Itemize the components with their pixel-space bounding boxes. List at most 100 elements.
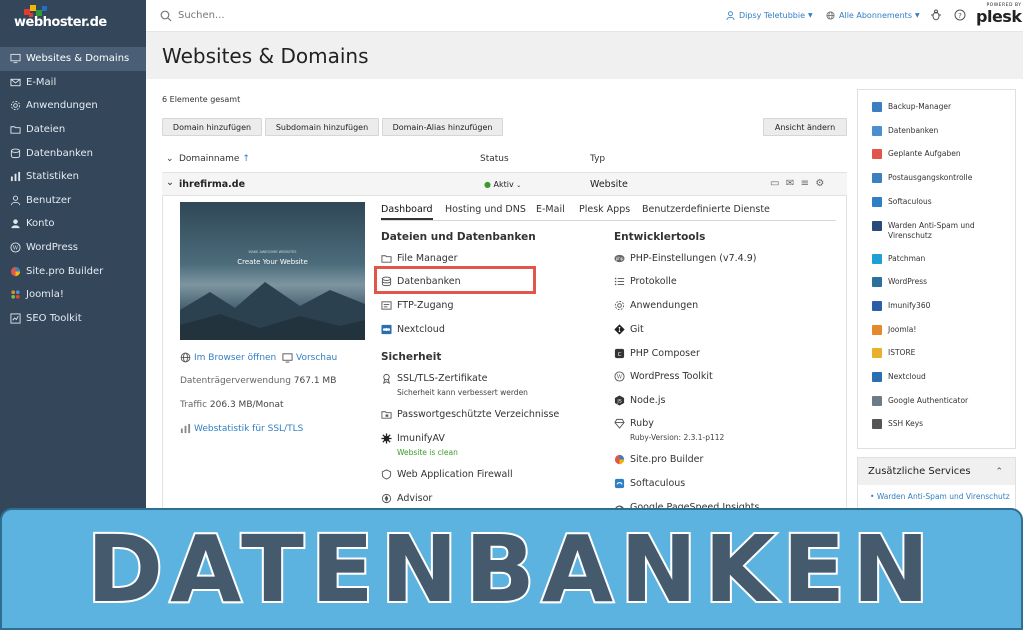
protected-directories-link[interactable]: Passwortgeschützte Verzeichnisse (381, 409, 559, 420)
tab-custom-services[interactable]: Benutzerdefinierte Dienste (642, 204, 770, 215)
sidebar-item-datenbanken[interactable]: Datenbanken (0, 141, 146, 165)
open-in-browser-link[interactable]: Im Browser öffnen Vorschau (180, 352, 337, 363)
change-view-button[interactable]: Ansicht ändern (763, 118, 847, 136)
advisor-label: Advisor (397, 493, 433, 504)
nextcloud-link[interactable]: Nextcloud (381, 324, 445, 335)
ftp-access-link[interactable]: FTP-Zugang (381, 300, 453, 311)
sidebar-nav: Websites & Domains E-Mail Anwendungen Datei… (0, 47, 146, 330)
sidebar-item-anwendungen[interactable]: Anwendungen (0, 94, 146, 118)
logs-link[interactable]: Protokolle (614, 276, 677, 287)
tool-ssh-keys[interactable]: SSH Keys (872, 419, 923, 430)
website-screenshot[interactable]: MAKE AWESOME WEBSITES Create Your Websit… (180, 202, 365, 340)
warden-service-link[interactable]: • Warden Anti-Spam und Virenschutz (870, 492, 1010, 502)
sidebar-item-label: Dateien (26, 124, 66, 136)
add-domain-alias-button[interactable]: Domain-Alias hinzufügen (382, 118, 503, 136)
tool-icon (872, 324, 882, 335)
brand-logo[interactable]: webhoster.de (0, 0, 146, 44)
user-icon (9, 194, 21, 206)
subscriptions-menu[interactable]: Alle Abonnements ▼ (826, 11, 920, 20)
settings-icon[interactable]: ⚙ (815, 178, 824, 189)
column-type[interactable]: Typ (590, 154, 605, 164)
web-statistics-link[interactable]: Webstatistik für SSL/TLS (180, 423, 303, 434)
sidebar-item-e-mail[interactable]: E-Mail (0, 71, 146, 95)
expand-all-icon[interactable]: ⌄ (166, 154, 174, 164)
php-composer-link[interactable]: C PHP Composer (614, 348, 700, 359)
status-badge[interactable]: ● Aktiv ⌄ (484, 180, 521, 189)
globe-icon (826, 11, 835, 20)
tool-softaculous[interactable]: Softaculous (872, 196, 932, 207)
nodejs-link[interactable]: JS Node.js (614, 395, 665, 406)
domain-name[interactable]: ihrefirma.de (179, 179, 245, 190)
tool-label: WordPress (888, 277, 928, 287)
collapse-row-icon[interactable]: ⌄ (166, 177, 174, 188)
tool-postausgangskontrolle[interactable]: Postausgangskontrolle (872, 173, 972, 184)
tool-geplante-aufgaben[interactable]: Geplante Aufgaben (872, 149, 961, 160)
search-box[interactable]: Suchen... (160, 10, 225, 22)
mail-icon[interactable]: ✉ (786, 178, 794, 189)
subscriptions-label: Alle Abonnements (839, 11, 912, 20)
bug-icon[interactable] (930, 9, 942, 21)
page-header: Websites & Domains (146, 32, 1023, 79)
tool-imunify360[interactable]: Imunify360 (872, 300, 930, 311)
sidebar-item-dateien[interactable]: Dateien (0, 118, 146, 142)
sidebar-item-wordpress[interactable]: W WordPress (0, 236, 146, 260)
imunifyav-label: ImunifyAV (397, 433, 445, 444)
tool-icon (872, 300, 882, 311)
tab-dashboard[interactable]: Dashboard (381, 204, 433, 220)
sidebar-item-joomla[interactable]: Joomla! (0, 283, 146, 307)
applications-label: Anwendungen (630, 300, 699, 311)
sidebar-item-benutzer[interactable]: Benutzer (0, 189, 146, 213)
ssl-certificates-link[interactable]: SSL/TLS-Zertifikate (381, 373, 487, 384)
file-manager-link[interactable]: File Manager (381, 253, 458, 264)
git-link[interactable]: Git (614, 324, 644, 335)
advisor-link[interactable]: Advisor (381, 493, 432, 504)
sidebar-item-seo-toolkit[interactable]: SEO Toolkit (0, 307, 146, 331)
tool-wordpress[interactable]: WordPress (872, 277, 928, 288)
tool-label: Patchman (888, 253, 926, 263)
tool-google-authenticator[interactable]: Google Authenticator (872, 395, 968, 406)
logo-blocks-icon (24, 4, 47, 17)
tool-backup-manager[interactable]: Backup-Manager (872, 102, 951, 112)
folder-icon[interactable]: ▭ (770, 178, 779, 189)
php-settings-link[interactable]: php PHP-Einstellungen (v7.4.9) (614, 253, 756, 264)
wordpress-toolkit-link[interactable]: W WordPress Toolkit (614, 371, 713, 382)
sidebar-item-site-pro-builder[interactable]: Site.pro Builder (0, 259, 146, 283)
table-row[interactable]: ⌄ ihrefirma.de ● Aktiv ⌄ Website ▭ ✉ ≡ ⚙ (162, 172, 847, 196)
add-subdomain-button[interactable]: Subdomain hinzufügen (265, 118, 379, 136)
sidebar-item-websites-domains[interactable]: Websites & Domains (0, 47, 146, 71)
add-domain-button[interactable]: Domain hinzufügen (162, 118, 262, 136)
ruby-link[interactable]: Ruby (614, 418, 654, 429)
additional-services-title: Zusätzliche Services (868, 466, 971, 477)
tool-nextcloud[interactable]: Nextcloud (872, 372, 926, 382)
sitepro-builder-link[interactable]: Site.pro Builder (614, 454, 703, 465)
tab-hosting-dns[interactable]: Hosting und DNS (445, 204, 526, 215)
tab-plesk-apps[interactable]: Plesk Apps (579, 204, 630, 215)
tool-istore[interactable]: ISTORE (872, 348, 915, 359)
column-domain[interactable]: Domainname ↑ (179, 154, 250, 164)
tool-joomla[interactable]: Joomla! (872, 324, 916, 335)
softaculous-link[interactable]: Softaculous (614, 478, 685, 489)
tool-warden-anti-spam-und-virenschutz[interactable]: Warden Anti-Spam und Virenschutz (872, 220, 1008, 241)
chevron-up-icon[interactable]: ⌃ (995, 467, 1003, 477)
tool-icon (872, 102, 882, 112)
additional-services-header[interactable]: Zusätzliche Services ⌃ (858, 458, 1015, 485)
ssl-certificates-label: SSL/TLS-Zertifikate (397, 373, 488, 384)
applications-link[interactable]: Anwendungen (614, 300, 698, 311)
imunifyav-link[interactable]: ImunifyAV (381, 433, 445, 444)
tool-patchman[interactable]: Patchman (872, 253, 926, 264)
column-status[interactable]: Status (480, 154, 509, 164)
tab-email[interactable]: E-Mail (536, 204, 565, 215)
wordpress-icon: W (614, 371, 625, 382)
waf-link[interactable]: Web Application Firewall (381, 469, 513, 480)
warden-service-label: Warden Anti-Spam und Virenschutz (876, 492, 1010, 501)
table-header: ⌄ Domainname ↑ Status Typ (162, 151, 847, 169)
database-icon[interactable]: ≡ (801, 178, 809, 189)
user-menu[interactable]: Dipsy Teletubbie ▼ (726, 11, 813, 20)
gear-icon (614, 300, 625, 311)
tool-datenbanken[interactable]: Datenbanken (872, 125, 938, 136)
wordpress-toolkit-label: WordPress Toolkit (630, 371, 713, 382)
help-icon[interactable]: ? (954, 9, 966, 21)
preview-link[interactable]: Vorschau (296, 353, 337, 363)
sidebar-item-konto[interactable]: Konto (0, 212, 146, 236)
sidebar-item-statistiken[interactable]: Statistiken (0, 165, 146, 189)
